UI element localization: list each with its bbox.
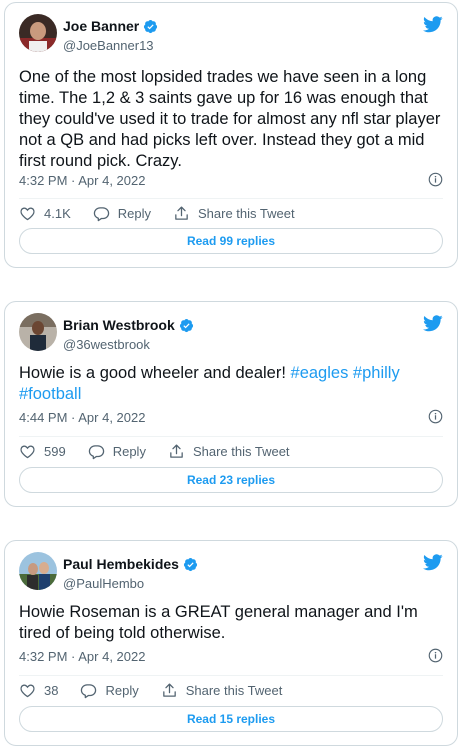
reply-icon [80,682,97,699]
share-label: Share this Tweet [192,444,290,459]
like-count: 4.1K [44,206,71,221]
tweet-text: Howie is a good wheeler and dealer! #eag… [19,363,443,405]
reply-button[interactable]: Reply [93,205,151,222]
heart-icon [19,205,36,222]
like-button[interactable]: 4.1K [19,205,71,222]
reply-label: Reply [105,683,139,698]
tweet-actions: 4.1K Reply Share this Tweet [19,205,317,222]
tweet-text-body: Howie is a good wheeler and dealer! [19,364,291,382]
tweet-timestamp[interactable]: 4:44 PM · Apr 4, 2022 [19,410,145,425]
twitter-bird-icon[interactable] [423,554,443,571]
tweet-text: Howie Roseman is a GREAT general manager… [19,603,418,642]
divider [19,436,443,437]
author-name-row[interactable]: Joe Banner [63,18,158,34]
share-icon [168,443,185,460]
author-name[interactable]: Joe Banner [63,18,139,34]
avatar[interactable] [19,552,57,590]
reply-label: Reply [112,444,146,459]
avatar[interactable] [19,14,57,52]
tweet-text: One of the most lopsided trades we have … [19,68,441,170]
read-replies-button[interactable]: Read 99 replies [19,228,443,254]
like-button[interactable]: 599 [19,443,66,460]
reply-icon [88,443,105,460]
tweet-card[interactable]: Brian Westbrook @36westbrook Howie is a … [4,301,458,507]
divider [19,198,443,199]
heart-icon [19,443,36,460]
read-replies-label: Read 15 replies [186,712,276,726]
avatar[interactable] [19,313,57,351]
author-name-row[interactable]: Brian Westbrook [63,317,194,333]
read-replies-button[interactable]: Read 15 replies [19,706,443,732]
author-handle[interactable]: @36westbrook [63,337,150,352]
verified-badge-icon [143,19,158,34]
info-icon[interactable] [428,409,443,424]
info-icon[interactable] [428,172,443,187]
reply-button[interactable]: Reply [88,443,146,460]
share-icon [161,682,178,699]
tweet-timestamp[interactable]: 4:32 PM · Apr 4, 2022 [19,173,145,188]
share-label: Share this Tweet [198,206,295,221]
hashtag-link[interactable]: #football [19,385,81,403]
verified-badge-icon [183,557,198,572]
reply-icon [93,205,110,222]
share-button[interactable]: Share this Tweet [168,443,290,460]
author-handle[interactable]: @PaulHembo [63,576,144,591]
tweet-actions: 599 Reply Share this Tweet [19,443,312,460]
tweet-card[interactable]: Joe Banner @JoeBanner13 One of the most … [4,2,458,268]
author-name-row[interactable]: Paul Hembekides [63,556,198,572]
heart-icon [19,682,36,699]
like-count: 38 [44,683,59,698]
read-replies-label: Read 99 replies [186,234,276,248]
author-name[interactable]: Brian Westbrook [63,317,175,333]
share-label: Share this Tweet [185,683,283,698]
tweet-actions: 38 Reply Share this Tweet [19,682,304,699]
like-count: 599 [44,444,66,459]
share-button[interactable]: Share this Tweet [161,682,283,699]
share-icon [173,205,190,222]
share-button[interactable]: Share this Tweet [173,205,295,222]
info-icon[interactable] [428,648,443,663]
author-name[interactable]: Paul Hembekides [63,556,179,572]
read-replies-button[interactable]: Read 23 replies [19,467,443,493]
tweet-card[interactable]: Paul Hembekides @PaulHembo Howie Roseman… [4,540,458,746]
verified-badge-icon [179,318,194,333]
author-handle[interactable]: @JoeBanner13 [63,38,154,53]
tweet-timestamp[interactable]: 4:32 PM · Apr 4, 2022 [19,649,145,664]
reply-label: Reply [117,206,151,221]
divider [19,675,443,676]
reply-button[interactable]: Reply [80,682,139,699]
like-button[interactable]: 38 [19,682,58,699]
twitter-bird-icon[interactable] [423,315,443,332]
hashtag-link[interactable]: #philly [353,364,400,382]
read-replies-label: Read 23 replies [186,473,276,487]
hashtag-link[interactable]: #eagles [291,364,349,382]
twitter-bird-icon[interactable] [423,16,443,33]
